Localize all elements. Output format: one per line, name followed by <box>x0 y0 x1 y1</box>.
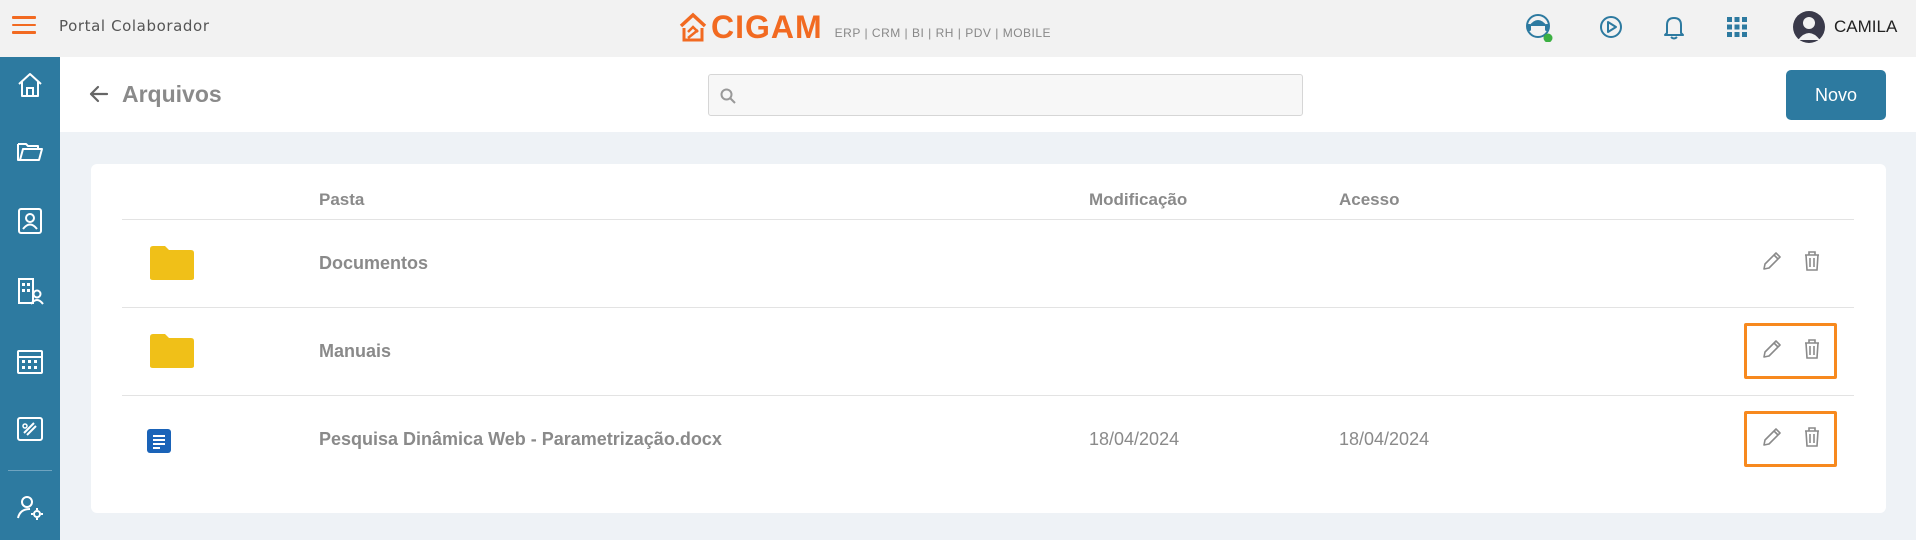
top-bar: Portal Colaborador CIGAM ERP | CRM | BI … <box>0 0 1916 57</box>
file-name[interactable]: Pesquisa Dinâmica Web - Parametrização.d… <box>319 429 722 450</box>
delete-trash-icon[interactable] <box>1800 249 1824 273</box>
new-button[interactable]: Novo <box>1786 70 1886 120</box>
user-menu[interactable]: CAMILA <box>1792 9 1897 45</box>
table-row[interactable]: Pesquisa Dinâmica Web - Parametrização.d… <box>91 396 1886 483</box>
notification-bell-icon[interactable] <box>1659 12 1689 42</box>
apps-grid-icon[interactable] <box>1722 12 1752 42</box>
user-name: CAMILA <box>1834 17 1898 36</box>
brand-subtitle: ERP | CRM | BI | RH | PDV | MOBILE <box>834 26 1052 40</box>
user-avatar-icon <box>1793 11 1825 43</box>
calendar-icon[interactable] <box>14 345 46 377</box>
column-header-modificacao[interactable]: Modificação <box>1089 190 1187 210</box>
organization-icon[interactable] <box>14 275 46 307</box>
files-table: Pasta Modificação Acesso Documentos Manu… <box>91 164 1886 513</box>
edit-pencil-icon[interactable] <box>1760 425 1784 449</box>
sidebar <box>0 57 60 540</box>
search-input[interactable] <box>743 75 1298 115</box>
search-box <box>708 74 1303 116</box>
back-arrow-icon[interactable] <box>87 82 111 106</box>
ticket-icon[interactable] <box>14 413 46 445</box>
page-header: Arquivos Novo <box>60 57 1916 132</box>
contacts-icon[interactable] <box>14 205 46 237</box>
cigam-logo: CIGAM ERP | CRM | BI | RH | PDV | MOBILE <box>679 8 1052 45</box>
edit-pencil-icon[interactable] <box>1760 337 1784 361</box>
edit-pencil-icon[interactable] <box>1760 249 1784 273</box>
delete-trash-icon[interactable] <box>1800 337 1824 361</box>
file-name[interactable]: Documentos <box>319 253 428 274</box>
support-agent-icon[interactable] <box>1523 12 1553 42</box>
home-icon[interactable] <box>14 69 46 101</box>
delete-trash-icon[interactable] <box>1800 425 1824 449</box>
column-header-acesso[interactable]: Acesso <box>1339 190 1399 210</box>
play-video-icon[interactable] <box>1596 12 1626 42</box>
table-row[interactable]: Documentos <box>91 220 1886 307</box>
page-title: Arquivos <box>122 81 222 107</box>
cigam-logo-icon <box>679 12 707 42</box>
document-icon <box>147 429 171 453</box>
column-header-pasta[interactable]: Pasta <box>319 190 364 210</box>
file-name[interactable]: Manuais <box>319 341 391 362</box>
brand-name: CIGAM <box>711 8 823 45</box>
table-row[interactable]: Manuais <box>91 308 1886 395</box>
search-icon <box>720 88 736 104</box>
menu-hamburger-icon[interactable] <box>12 16 36 36</box>
access-date: 18/04/2024 <box>1339 429 1430 449</box>
folder-icon <box>150 334 194 368</box>
modified-date: 18/04/2024 <box>1089 429 1180 449</box>
sidebar-divider <box>8 470 52 471</box>
user-settings-icon[interactable] <box>14 491 46 523</box>
portal-title: Portal Colaborador <box>59 17 210 35</box>
folder-open-icon[interactable] <box>14 135 46 167</box>
folder-icon <box>150 246 194 280</box>
